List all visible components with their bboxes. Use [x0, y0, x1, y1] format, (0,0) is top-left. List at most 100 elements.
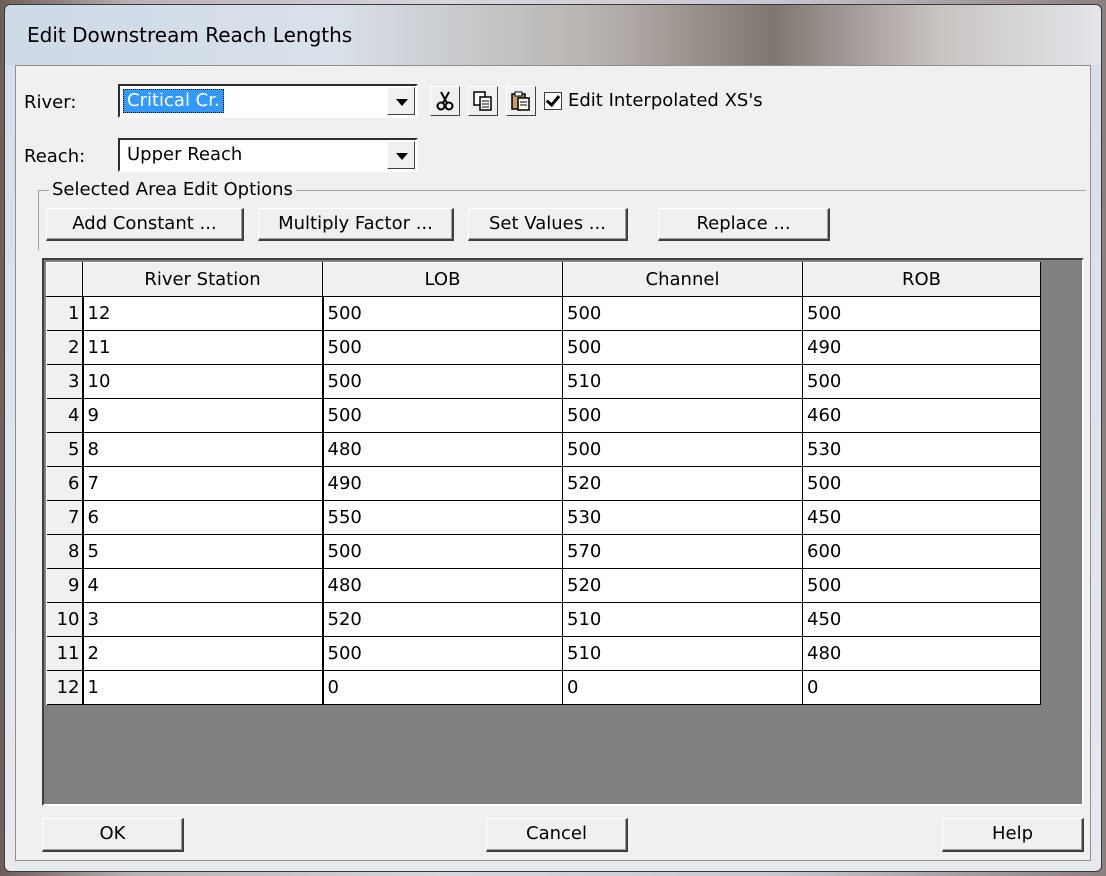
river-label: River:: [24, 92, 77, 113]
row-number[interactable]: 2: [46, 330, 84, 365]
rob-cell[interactable]: 500: [802, 296, 1041, 331]
river-dropdown-arrow-icon[interactable]: [387, 87, 415, 115]
paste-icon: [511, 91, 530, 111]
header-lob[interactable]: LOB: [322, 262, 563, 297]
table-row: 4 9 500 500 460: [46, 398, 1041, 433]
window-title: Edit Downstream Reach Lengths: [27, 23, 353, 47]
title-bar[interactable]: Edit Downstream Reach Lengths: [5, 5, 1101, 65]
rob-cell[interactable]: 0: [802, 670, 1041, 705]
river-station-cell[interactable]: 1: [82, 670, 324, 705]
row-number[interactable]: 5: [46, 432, 84, 467]
lob-cell[interactable]: 500: [322, 296, 563, 331]
table-row: 11 2 500 510 480: [46, 636, 1041, 671]
lob-cell[interactable]: 490: [322, 466, 563, 501]
channel-cell[interactable]: 500: [562, 330, 803, 365]
rob-cell[interactable]: 450: [802, 602, 1041, 637]
replace-button[interactable]: Replace ...: [658, 208, 830, 241]
row-number[interactable]: 6: [46, 466, 84, 501]
rob-cell[interactable]: 600: [802, 534, 1041, 569]
edit-interpolated-checkbox[interactable]: [544, 92, 562, 110]
channel-cell[interactable]: 500: [562, 296, 803, 331]
river-value: Critical Cr.: [123, 89, 224, 113]
lob-cell[interactable]: 500: [322, 364, 563, 399]
rob-cell[interactable]: 490: [802, 330, 1041, 365]
help-button[interactable]: Help: [942, 818, 1084, 852]
lob-cell[interactable]: 550: [322, 500, 563, 535]
river-station-cell[interactable]: 3: [82, 602, 324, 637]
rob-cell[interactable]: 480: [802, 636, 1041, 671]
table-row: 9 4 480 520 500: [46, 568, 1041, 603]
row-number[interactable]: 1: [46, 296, 84, 331]
channel-cell[interactable]: 520: [562, 466, 803, 501]
copy-icon: [473, 91, 492, 111]
reach-select[interactable]: Upper Reach: [118, 138, 418, 172]
river-station-cell[interactable]: 7: [82, 466, 324, 501]
row-number[interactable]: 7: [46, 500, 84, 535]
channel-cell[interactable]: 570: [562, 534, 803, 569]
row-number[interactable]: 9: [46, 568, 84, 603]
lob-cell[interactable]: 480: [322, 432, 563, 467]
rob-cell[interactable]: 460: [802, 398, 1041, 433]
rob-cell[interactable]: 500: [802, 466, 1041, 501]
dialog-body: River: Critical Cr. Edit Interpolated XS…: [15, 65, 1091, 861]
lob-cell[interactable]: 520: [322, 602, 563, 637]
reach-value: Upper Reach: [127, 144, 243, 165]
row-number[interactable]: 3: [46, 364, 84, 399]
paste-button[interactable]: [506, 86, 536, 116]
table-row: 10 3 520 510 450: [46, 602, 1041, 637]
rob-cell[interactable]: 500: [802, 568, 1041, 603]
table-header-row: River Station LOB Channel ROB: [46, 262, 1041, 297]
river-station-cell[interactable]: 5: [82, 534, 324, 569]
river-select[interactable]: Critical Cr.: [118, 84, 418, 118]
row-number[interactable]: 8: [46, 534, 84, 569]
set-values-button[interactable]: Set Values ...: [468, 208, 628, 241]
header-river-station[interactable]: River Station: [82, 262, 323, 297]
lob-cell[interactable]: 480: [322, 568, 563, 603]
river-station-cell[interactable]: 9: [82, 398, 324, 433]
reach-lengths-grid[interactable]: River Station LOB Channel ROB 1 12 500 5…: [42, 258, 1084, 806]
river-station-cell[interactable]: 6: [82, 500, 324, 535]
copy-button[interactable]: [468, 86, 498, 116]
row-number[interactable]: 12: [46, 670, 84, 705]
table-row: 8 5 500 570 600: [46, 534, 1041, 569]
rob-cell[interactable]: 500: [802, 364, 1041, 399]
header-channel[interactable]: Channel: [562, 262, 803, 297]
river-station-cell[interactable]: 10: [82, 364, 324, 399]
channel-cell[interactable]: 0: [562, 670, 803, 705]
ok-button[interactable]: OK: [42, 818, 184, 852]
lob-cell[interactable]: 500: [322, 636, 563, 671]
multiply-factor-button[interactable]: Multiply Factor ...: [258, 208, 454, 241]
cancel-button[interactable]: Cancel: [486, 818, 628, 852]
channel-cell[interactable]: 510: [562, 602, 803, 637]
row-number[interactable]: 11: [46, 636, 84, 671]
lob-cell[interactable]: 500: [322, 534, 563, 569]
channel-cell[interactable]: 520: [562, 568, 803, 603]
river-station-cell[interactable]: 4: [82, 568, 324, 603]
lob-cell[interactable]: 500: [322, 398, 563, 433]
row-number[interactable]: 10: [46, 602, 84, 637]
channel-cell[interactable]: 510: [562, 364, 803, 399]
river-station-cell[interactable]: 12: [82, 296, 324, 331]
table-row: 6 7 490 520 500: [46, 466, 1041, 501]
header-rob[interactable]: ROB: [802, 262, 1041, 297]
table-row: 5 8 480 500 530: [46, 432, 1041, 467]
river-station-cell[interactable]: 8: [82, 432, 324, 467]
river-station-cell[interactable]: 2: [82, 636, 324, 671]
channel-cell[interactable]: 500: [562, 432, 803, 467]
rob-cell[interactable]: 530: [802, 432, 1041, 467]
table-row: 2 11 500 500 490: [46, 330, 1041, 365]
add-constant-button[interactable]: Add Constant ...: [46, 208, 244, 241]
rob-cell[interactable]: 450: [802, 500, 1041, 535]
channel-cell[interactable]: 500: [562, 398, 803, 433]
river-station-cell[interactable]: 11: [82, 330, 324, 365]
channel-cell[interactable]: 510: [562, 636, 803, 671]
channel-cell[interactable]: 530: [562, 500, 803, 535]
header-rownum: [46, 262, 83, 297]
table-row: 3 10 500 510 500: [46, 364, 1041, 399]
lob-cell[interactable]: 500: [322, 330, 563, 365]
reach-dropdown-arrow-icon[interactable]: [387, 141, 415, 169]
reach-label: Reach:: [24, 146, 86, 167]
cut-button[interactable]: [430, 86, 460, 116]
row-number[interactable]: 4: [46, 398, 84, 433]
lob-cell[interactable]: 0: [322, 670, 563, 705]
